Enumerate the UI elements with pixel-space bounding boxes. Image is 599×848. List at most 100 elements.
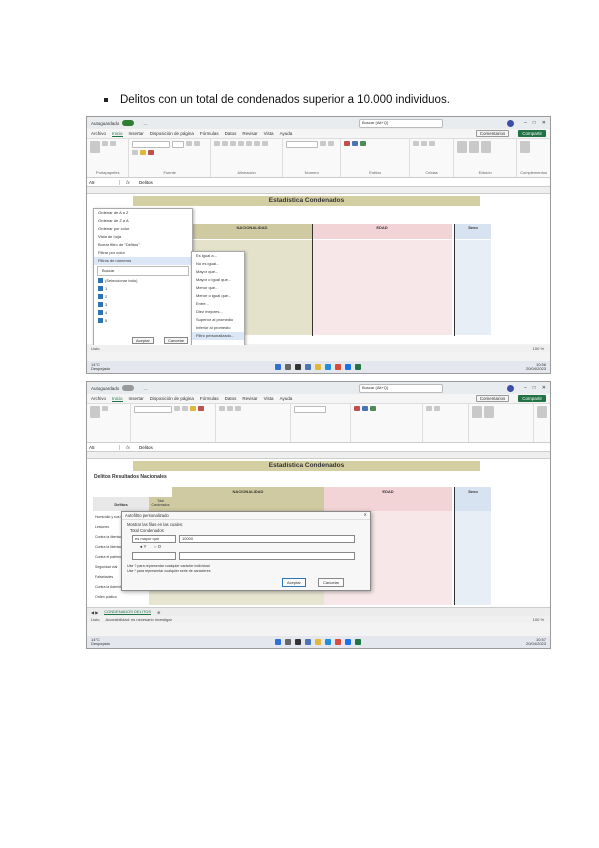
widgets-icon[interactable] — [305, 639, 312, 645]
tab-revisar[interactable]: Revisar — [242, 131, 257, 136]
align-left-icon[interactable] — [218, 406, 225, 411]
format-cells-icon[interactable] — [428, 141, 435, 146]
italic-icon[interactable] — [181, 406, 188, 411]
checkbox-item[interactable]: 5 — [94, 317, 192, 325]
number-format-select[interactable] — [293, 406, 326, 413]
operator-select[interactable]: es mayor que — [132, 535, 176, 543]
value-input[interactable]: 10000 — [179, 535, 355, 543]
widgets-icon[interactable] — [305, 364, 312, 370]
bold-icon[interactable] — [173, 406, 180, 411]
formula-input[interactable]: Delitos — [136, 180, 153, 185]
or-radio[interactable]: ○ O — [154, 544, 161, 549]
search-input[interactable]: Buscar (Alt+Q) — [358, 383, 443, 393]
submenu-item[interactable]: Mayor o igual que... — [192, 276, 244, 284]
merge-icon[interactable] — [261, 141, 268, 146]
formula-input[interactable]: Delitos — [136, 445, 153, 450]
file-explorer-icon[interactable] — [315, 639, 322, 645]
addins-icon[interactable] — [520, 141, 531, 153]
submenu-item[interactable]: Inferior al promedio — [192, 324, 244, 332]
wrap-text-icon[interactable] — [237, 141, 244, 146]
accessibility-status[interactable]: Accesibilidad: es necesario investigar — [105, 617, 171, 622]
operator-select-2[interactable] — [132, 552, 176, 560]
zoom-level[interactable]: 100 % — [533, 346, 544, 351]
cancel-button[interactable]: Cancelar — [164, 337, 189, 344]
ok-button[interactable]: Aceptar — [132, 337, 154, 344]
format-table-icon[interactable] — [352, 141, 359, 146]
store-icon[interactable] — [335, 639, 342, 645]
tab-vista[interactable]: Vista — [264, 131, 274, 136]
percent-icon[interactable] — [320, 141, 327, 146]
cut-icon[interactable] — [102, 406, 108, 411]
tab-disposicion[interactable]: Disposición de página — [150, 396, 194, 401]
paste-icon[interactable] — [90, 141, 100, 153]
tab-ayuda[interactable]: Ayuda — [280, 396, 293, 401]
tab-insertar[interactable]: Insertar — [129, 396, 144, 401]
task-view-icon[interactable] — [295, 364, 302, 370]
search-input[interactable]: Buscar (Alt+Q) — [358, 118, 443, 128]
sheet-tab[interactable]: CONDENADOS DELITOS — [104, 609, 152, 615]
tab-inicio[interactable]: Inicio — [112, 396, 123, 402]
tab-inicio[interactable]: Inicio — [112, 131, 123, 137]
checkbox-item[interactable]: 2 — [94, 293, 192, 301]
wrap-text-icon[interactable] — [234, 406, 241, 411]
sum-icon[interactable] — [457, 141, 468, 153]
close-icon[interactable]: ✕ — [542, 385, 546, 391]
name-box[interactable]: A5 — [87, 444, 120, 450]
minimize-icon[interactable]: – — [524, 385, 527, 391]
and-radio[interactable]: ● Y — [140, 544, 146, 549]
tab-archivo[interactable]: Archivo — [91, 131, 106, 136]
worksheet-grid[interactable]: Estadística Condenados NACIONALIDAD EDAD… — [87, 194, 550, 348]
cut-icon[interactable] — [102, 141, 108, 146]
font-name-select[interactable] — [133, 406, 172, 413]
cell-styles-icon[interactable] — [370, 406, 377, 411]
align-left-icon[interactable] — [245, 141, 252, 146]
underline-icon[interactable] — [132, 150, 139, 155]
delete-cells-icon[interactable] — [420, 141, 427, 146]
system-clock[interactable]: 10:56 20/04/2023 — [526, 362, 546, 372]
copy-icon[interactable] — [110, 141, 116, 146]
system-clock[interactable]: 10:57 20/04/2023 — [526, 637, 546, 647]
fill-color-icon[interactable] — [189, 406, 196, 411]
checkbox-item[interactable]: 1 — [94, 285, 192, 293]
edge-icon[interactable] — [325, 639, 332, 645]
delete-cells-icon[interactable] — [433, 406, 440, 411]
share-button[interactable]: Compartir — [518, 130, 546, 137]
autosave-toggle[interactable] — [122, 385, 135, 391]
insert-cells-icon[interactable] — [412, 141, 419, 146]
search-icon[interactable] — [285, 364, 292, 370]
weather-widget[interactable]: 14°C Despejado — [91, 362, 110, 372]
conditional-format-icon[interactable] — [344, 141, 351, 146]
sort-filter-icon[interactable] — [469, 141, 480, 153]
tab-archivo[interactable]: Archivo — [91, 396, 106, 401]
tab-formulas[interactable]: Fórmulas — [200, 131, 219, 136]
menu-item[interactable]: Ordenar por color — [94, 225, 192, 233]
checkbox-item[interactable]: 3 — [94, 301, 192, 309]
worksheet-grid[interactable]: Estadística Condenados Delitos Resultado… — [87, 459, 550, 619]
paste-icon[interactable] — [90, 406, 100, 418]
comments-button[interactable]: Comentarios — [475, 130, 510, 137]
menu-item[interactable]: Vista de hoja — [94, 233, 192, 241]
cell-styles-icon[interactable] — [360, 141, 367, 146]
store-icon[interactable] — [335, 364, 342, 370]
fill-color-icon[interactable] — [140, 150, 147, 155]
tab-disposicion[interactable]: Disposición de página — [150, 131, 194, 136]
submenu-item[interactable]: Mayor que... — [192, 268, 244, 276]
align-bottom-icon[interactable] — [229, 141, 236, 146]
submenu-item[interactable]: Menor o igual que... — [192, 292, 244, 300]
submenu-item[interactable]: Menor que... — [192, 284, 244, 292]
value-input-2[interactable] — [179, 552, 355, 560]
format-table-icon[interactable] — [362, 406, 369, 411]
tab-datos[interactable]: Datos — [225, 131, 237, 136]
menu-item[interactable]: Borrar filtro de "Delitos" — [94, 241, 192, 249]
addins-icon[interactable] — [537, 406, 547, 418]
submenu-item[interactable]: Superior al promedio — [192, 316, 244, 324]
avatar[interactable] — [506, 119, 514, 127]
name-box[interactable]: A5 — [87, 179, 120, 185]
sheet-nav-icon[interactable]: ◀ ▶ — [91, 610, 98, 615]
comments-button[interactable]: Comentarios — [475, 395, 510, 402]
menu-item-number-filters[interactable]: Filtros de números — [94, 257, 192, 265]
tab-insertar[interactable]: Insertar — [129, 131, 144, 136]
file-explorer-icon[interactable] — [315, 364, 322, 370]
weather-widget[interactable]: 14°C Despejado — [91, 637, 110, 647]
insert-cells-icon[interactable] — [425, 406, 432, 411]
